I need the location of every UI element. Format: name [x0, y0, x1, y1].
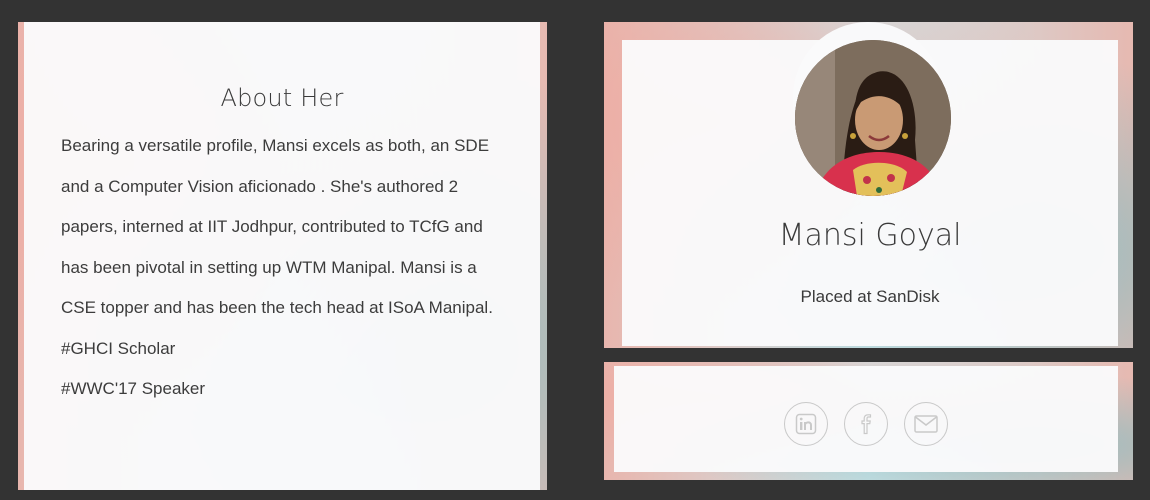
tag-ghci: #GHCI Scholar — [61, 338, 176, 358]
facebook-icon — [861, 414, 872, 435]
about-body: Bearing a versatile profile, Mansi excel… — [61, 126, 511, 410]
about-card: About Her Bearing a versatile profile, M… — [24, 22, 540, 490]
mail-button[interactable] — [904, 402, 948, 446]
about-paragraph: Bearing a versatile profile, Mansi excel… — [61, 136, 493, 317]
social-links — [784, 402, 948, 446]
person-photo-icon — [795, 40, 951, 196]
linkedin-icon — [795, 413, 817, 435]
facebook-button[interactable] — [844, 402, 888, 446]
about-title: About Her — [220, 84, 344, 112]
mail-icon — [914, 415, 938, 433]
tag-wwc: #WWC'17 Speaker — [61, 379, 206, 398]
profile-name: Mansi Goyal — [778, 218, 962, 253]
profile-subtitle: Placed at SanDisk — [800, 287, 940, 306]
profile-avatar — [795, 40, 951, 196]
linkedin-button[interactable] — [784, 402, 828, 446]
